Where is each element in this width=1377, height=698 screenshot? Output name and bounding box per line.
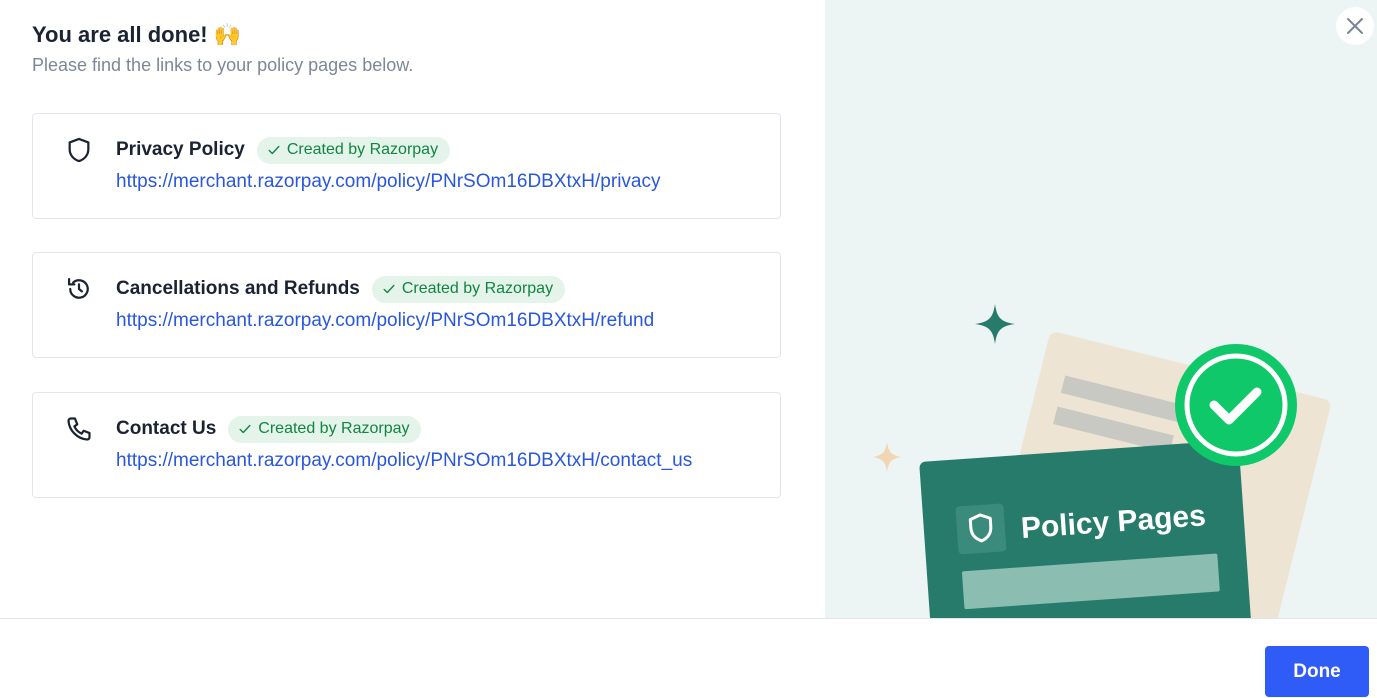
status-badge: Created by Razorpay xyxy=(256,136,451,164)
page-subtitle: Please find the links to your policy pag… xyxy=(32,55,414,75)
policy-link-contact[interactable]: https://merchant.razorpay.com/policy/PNr… xyxy=(116,450,692,472)
sparkle-icon xyxy=(975,304,1015,344)
policy-card-graphic: Policy Pages xyxy=(919,440,1254,618)
policy-card-refunds: Cancellations and Refunds Created by Raz… xyxy=(32,252,781,358)
close-button[interactable] xyxy=(1336,7,1374,45)
status-badge: Created by Razorpay xyxy=(228,415,422,443)
check-icon xyxy=(383,284,395,294)
page-title: You are all done! 🙌 xyxy=(32,22,242,47)
illustration-panel: Policy Pages xyxy=(825,0,1377,618)
check-icon xyxy=(268,145,280,155)
policy-name: Contact Us xyxy=(116,418,217,439)
policy-card-privacy: Privacy Policy Created by Razorpay https… xyxy=(32,113,781,219)
refund-icon xyxy=(65,275,93,303)
policy-link-privacy[interactable]: https://merchant.razorpay.com/policy/PNr… xyxy=(116,171,661,193)
badge-label: Created by Razorpay xyxy=(258,420,410,437)
badge-label: Created by Razorpay xyxy=(286,141,439,158)
dialog-content: You are all done! 🙌 Please find the link… xyxy=(0,0,825,618)
close-icon xyxy=(1347,18,1363,34)
phone-icon xyxy=(65,415,93,443)
shield-icon xyxy=(65,136,93,164)
badge-label: Created by Razorpay xyxy=(401,280,554,297)
policy-name: Cancellations and Refunds xyxy=(116,278,360,299)
policy-link-refund[interactable]: https://merchant.razorpay.com/policy/PNr… xyxy=(116,310,654,332)
policy-card-contact: Contact Us Created by Razorpay https://m… xyxy=(32,392,781,498)
check-icon xyxy=(239,424,251,434)
policy-pages-illustration: Policy Pages xyxy=(873,304,1331,618)
success-check-icon xyxy=(1175,344,1297,466)
policy-name: Privacy Policy xyxy=(116,139,245,160)
done-button[interactable]: Done xyxy=(1265,646,1369,697)
sparkle-icon xyxy=(873,442,901,472)
status-badge: Created by Razorpay xyxy=(371,275,566,303)
dialog-footer xyxy=(0,618,1377,698)
